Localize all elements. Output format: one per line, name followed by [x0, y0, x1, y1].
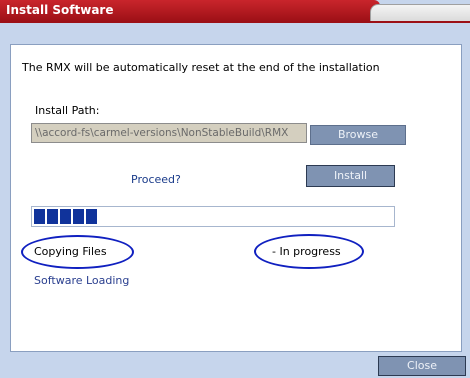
- proceed-label: Proceed?: [131, 173, 181, 186]
- close-button[interactable]: Close: [378, 356, 466, 376]
- title-tab: Install Software: [0, 0, 380, 22]
- progress-block: [60, 209, 71, 224]
- progress-block: [34, 209, 45, 224]
- progress-block: [73, 209, 84, 224]
- dialog-title: Install Software: [6, 3, 114, 17]
- reset-message: The RMX will be automatically reset at t…: [22, 61, 380, 74]
- annotation-ellipse-progress: [254, 234, 364, 269]
- progress-bar: [31, 206, 395, 227]
- annotation-ellipse-copying: [21, 235, 134, 269]
- status-detail: Software Loading: [34, 274, 130, 287]
- install-path-label: Install Path:: [35, 104, 100, 117]
- browse-button[interactable]: Browse: [310, 125, 406, 145]
- title-bar: Install Software: [0, 0, 470, 23]
- content-panel: [10, 44, 462, 352]
- progress-block: [86, 209, 97, 224]
- install-software-dialog: Install Software The RMX will be automat…: [0, 0, 470, 378]
- title-underline: [0, 21, 470, 23]
- install-path-field[interactable]: \\accord-fs\carmel-versions\NonStableBui…: [31, 123, 307, 143]
- progress-fill: [34, 209, 97, 224]
- progress-block: [47, 209, 58, 224]
- install-button[interactable]: Install: [306, 165, 395, 187]
